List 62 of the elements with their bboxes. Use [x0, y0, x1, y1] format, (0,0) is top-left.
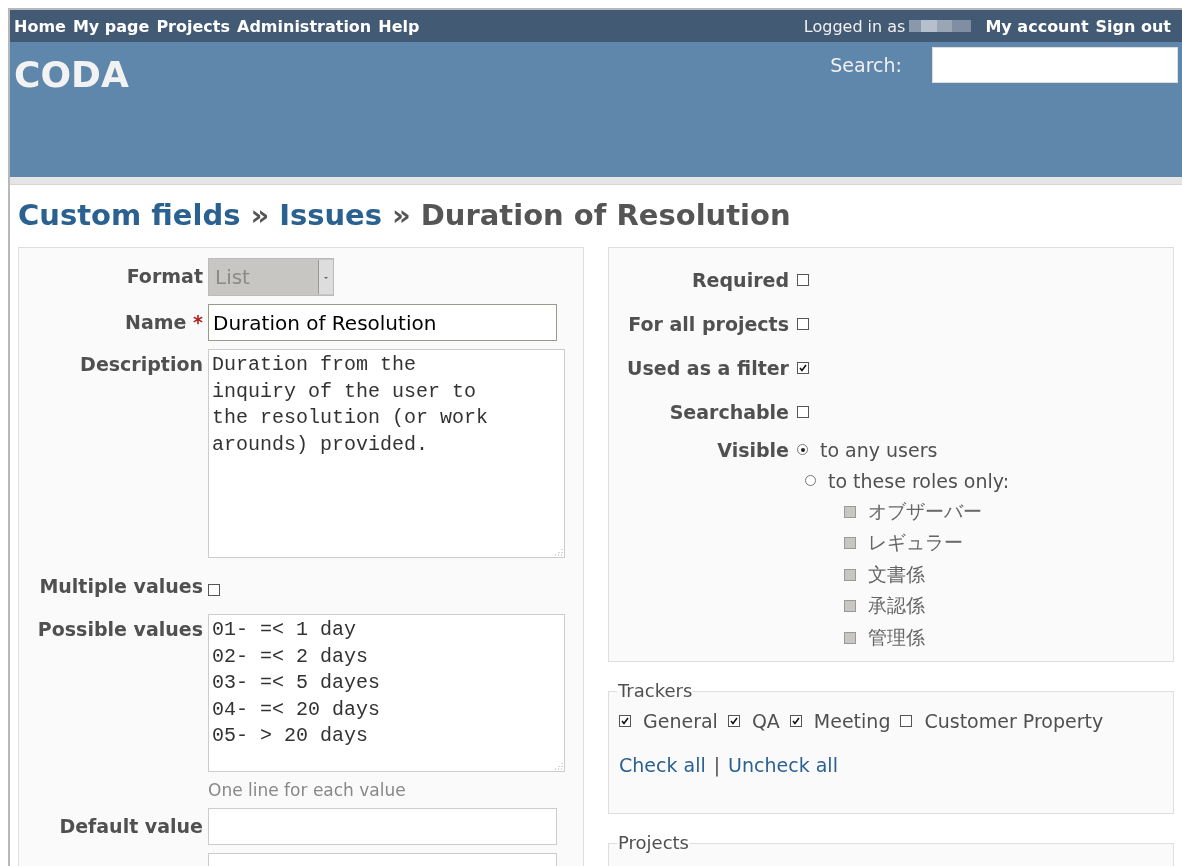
option-text: to any users	[820, 438, 938, 461]
option-label: For all projects	[627, 312, 790, 337]
description-field[interactable]: Duration from the inquiry of the user to the resolution (or work arounds) provided.	[208, 349, 565, 558]
role-label: オブザーバー	[868, 498, 982, 524]
role-label: 承認係	[868, 593, 925, 619]
search-label: Search:	[830, 54, 902, 76]
option-label: Required	[691, 268, 790, 293]
field-label: Default value	[58, 814, 204, 839]
menu-link[interactable]: Home	[14, 16, 66, 36]
page-title: Custom fields » Issues » Duration of Resolution	[18, 197, 792, 234]
role-label: 文書係	[868, 561, 925, 587]
checkbox[interactable]	[619, 715, 631, 727]
checkbox[interactable]	[208, 584, 220, 596]
possible-values-field[interactable]: 01- =< 1 day 02- =< 2 days 03- =< 5 dayes 04- =< 20 days 05- > 20 days	[208, 614, 565, 772]
field-label: Possible values	[36, 617, 204, 642]
logged-in-text: Logged in as	[803, 16, 906, 36]
site-title: CODA	[14, 54, 129, 97]
field-label: Multiple values	[38, 574, 204, 598]
account-link[interactable]: My account	[985, 16, 1089, 36]
role-label: レギュラー	[868, 530, 963, 556]
radio-button[interactable]	[805, 475, 816, 486]
checkbox[interactable]	[797, 362, 809, 374]
search-field[interactable]	[932, 47, 1178, 83]
checkbox[interactable]	[797, 274, 809, 286]
option-label: Visible	[716, 437, 790, 463]
tracker-label: Meeting	[813, 710, 891, 732]
field-label: Description	[79, 352, 204, 377]
section-legend: Trackers	[617, 680, 694, 702]
name-field[interactable]: Duration of Resolution	[208, 304, 557, 341]
checkbox[interactable]	[797, 318, 809, 330]
checkbox[interactable]	[900, 715, 913, 727]
uncheck-all-link[interactable]: Uncheck all	[728, 754, 838, 776]
role-label: 管理係	[868, 624, 925, 650]
field-label: Format	[125, 264, 204, 289]
check-all-link[interactable]: Check all	[619, 754, 706, 776]
tracker-label: General	[643, 710, 718, 732]
option-text: to these roles only:	[828, 469, 1010, 492]
menu-link[interactable]: Projects	[156, 16, 230, 36]
field-label: Name *	[124, 310, 204, 335]
breadcrumb-link[interactable]: Issues	[279, 198, 383, 232]
default-value-field[interactable]	[208, 808, 557, 845]
tracker-label: Customer Property	[924, 710, 1104, 732]
account-link[interactable]: Sign out	[1095, 16, 1171, 36]
checkbox[interactable]	[727, 715, 740, 727]
radio-button[interactable]	[797, 444, 808, 455]
checkbox[interactable]	[789, 715, 802, 727]
option-label: Used as a filter	[626, 356, 790, 381]
resize-grip-icon[interactable]	[553, 546, 563, 556]
section-legend: Projects	[617, 832, 690, 854]
blurred-username	[909, 20, 972, 32]
checkbox[interactable]	[797, 406, 809, 418]
breadcrumb-separator: »	[250, 198, 270, 232]
field-hint: One line for each value	[208, 780, 407, 800]
breadcrumb-link[interactable]: Custom fields	[18, 198, 241, 232]
option-label: Searchable	[668, 400, 790, 425]
breadcrumb-separator: »	[392, 198, 411, 232]
separator: |	[713, 754, 721, 776]
tracker-label: QA	[751, 710, 780, 732]
menu-link[interactable]: Help	[378, 16, 420, 36]
menu-link[interactable]: Administration	[237, 16, 372, 36]
menu-link[interactable]: My page	[72, 16, 150, 36]
resize-grip-icon[interactable]	[553, 760, 563, 770]
